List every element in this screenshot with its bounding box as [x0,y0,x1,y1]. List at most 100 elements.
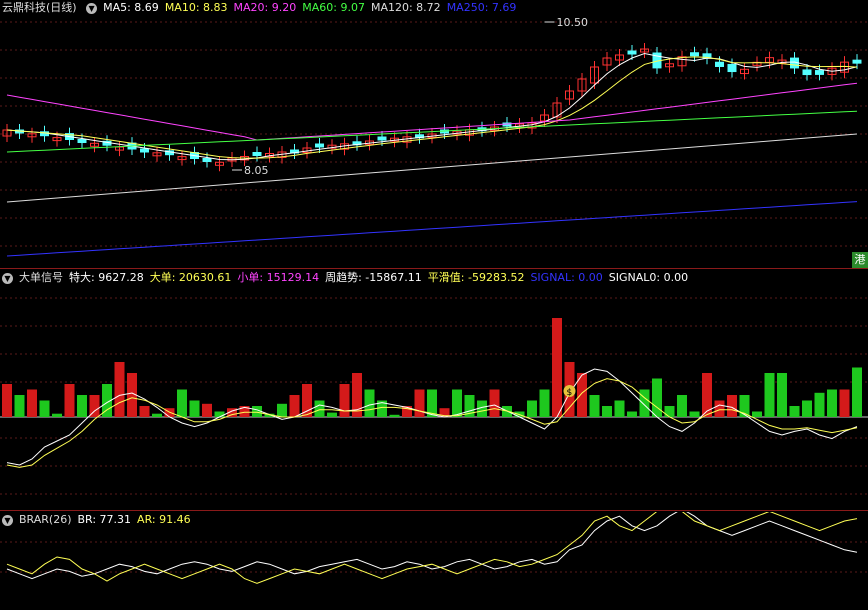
ind1-field: SIGNAL0: 0.00 [608,271,689,284]
brar-indicator-pane[interactable]: ▼ BRAR(26) BR: 77.31 AR: 91.46 [0,512,868,610]
candle-body [315,143,324,148]
main-chart-pane[interactable]: 云鼎科技(日线) ▼ MA5: 8.69 MA10: 8.83 MA20: 9.20 M… [0,0,868,268]
ind2-header: ▼ BRAR(26) BR: 77.31 AR: 91.46 [0,512,203,528]
big-order-indicator-pane[interactable]: ▼ 大单信号 特大: 9627.28 大单: 20630.61 小单: 15129.14… [0,270,868,510]
volume-bar [27,389,37,417]
volume-bar [452,389,462,417]
volume-bar [289,395,300,417]
volume-bar [677,395,687,417]
period-label: (日线) [46,1,77,14]
ma-field: MA60: 9.07 [302,1,365,14]
volume-bar [189,400,200,417]
volume-bar [602,406,612,417]
volume-bar [689,411,700,417]
ma-field: MA120: 8.72 [370,1,441,14]
volume-bar [39,400,50,417]
volume-bar [727,395,737,417]
volume-bar [702,373,712,417]
volume-bar [614,400,625,417]
volume-bar [789,406,800,417]
candle-body [715,61,724,67]
volume-bar [314,400,325,417]
volume-bar [639,389,650,417]
volume-bar [539,389,550,417]
ma-field: MA20: 9.20 [233,1,297,14]
volume-bar [777,373,787,417]
volume-bar [764,373,775,417]
ind1-name: 大单信号 [19,271,63,284]
chevron-down-icon[interactable]: ▼ [2,514,13,526]
volume-bar [302,384,312,417]
ind1-fields: 特大: 9627.28 大单: 20630.61 小单: 15129.14 周趋势: … [69,271,694,284]
volume-bar [77,395,87,417]
volume-bar [364,389,375,417]
volume-bar [839,389,850,417]
volume-bar [52,413,62,417]
hk-badge[interactable]: 港 [852,252,868,268]
candle-body [140,148,149,153]
volume-bar [589,395,600,417]
volume-bar [139,406,150,417]
volume-bar [652,378,662,417]
volume-bar [852,367,862,417]
high-marker: 10.50 [557,16,589,29]
pane-divider[interactable] [0,268,868,269]
ma-field: MA250: 7.69 [446,1,517,14]
brar-field: AR: 91.46 [137,513,191,526]
volume-bar [714,400,725,417]
ind1-field: SIGNAL: 0.00 [530,271,603,284]
volume-bar [389,414,400,417]
volume-bar [2,384,12,417]
ind2-name: BRAR(26) [19,513,72,526]
pane-divider[interactable] [0,510,868,511]
volume-bar [14,395,25,417]
candle-body [627,50,637,55]
candle-body [690,52,699,57]
ind1-field: 大单: 20630.61 [149,271,232,284]
volume-bar [552,318,562,417]
ind1-field: 周趋势: -15867.11 [325,271,422,284]
volume-bar [214,411,225,417]
candle-body [802,69,812,76]
brar-field: BR: 77.31 [77,513,132,526]
volume-bar [277,403,287,417]
chevron-down-icon[interactable]: ▼ [86,2,98,14]
candlestick-chart[interactable]: 10.50 8.05 [0,0,868,268]
ma-fields: MA5: 8.69 MA10: 8.83 MA20: 9.20 MA60: 9.07 M… [103,1,522,14]
volume-bar [827,389,837,417]
volume-bar [414,389,425,417]
stock-name: 云鼎科技 [2,1,46,14]
ma-field: MA10: 8.83 [164,1,228,14]
volume-bar [114,362,125,417]
big-order-chart[interactable]: $ [0,270,868,510]
candle-body [727,63,737,73]
ind1-header: ▼ 大单信号 特大: 9627.28 大单: 20630.61 小单: 15129.14… [0,270,700,286]
signal-marker: $ [567,388,573,398]
volume-bar [527,400,537,417]
volume-bar [627,411,637,417]
ind1-field: 特大: 9627.28 [69,271,144,284]
ma250-line [6,201,858,257]
volume-bar [327,412,337,417]
ind1-field: 平滑值: -59283.52 [427,271,525,284]
volume-bar [339,384,350,417]
candle-body [852,59,862,64]
ind1-field: 小单: 15129.14 [237,271,320,284]
candle-body [815,70,824,75]
candle-body [377,136,387,141]
volume-bar [202,403,212,417]
ind2-fields: BR: 77.31 AR: 91.46 [78,513,197,526]
volume-bar [64,384,75,417]
volume-bar [177,389,187,417]
low-marker: 8.05 [244,164,269,177]
volume-bar [814,392,825,417]
candle-body [252,152,262,156]
main-header: 云鼎科技(日线) ▼ MA5: 8.69 MA10: 8.83 MA20: 9.20 M… [0,0,528,16]
volume-bar [664,406,675,417]
candle-body [202,158,212,162]
chevron-down-icon[interactable]: ▼ [2,272,13,284]
ma-field: MA5: 8.69 [103,1,159,14]
volume-bar [489,389,500,417]
volume-bar [752,411,762,417]
volume-bar [152,413,162,417]
